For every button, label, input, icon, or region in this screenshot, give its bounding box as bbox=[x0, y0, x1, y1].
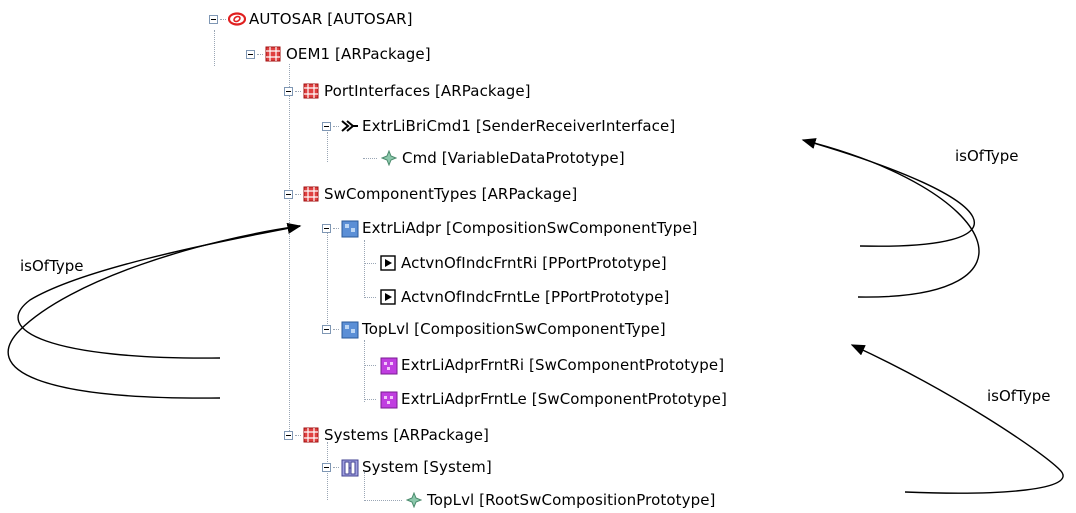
arrow-isoftype-composition-2 bbox=[7, 225, 301, 399]
arrow-isoftype-portinterface-2 bbox=[802, 139, 980, 298]
type-reference-arrows bbox=[7, 138, 1064, 494]
arrow-isoftype-root-composition bbox=[850, 344, 1064, 494]
arrow-isoftype-composition bbox=[17, 222, 302, 359]
arrow-isoftype-portinterface bbox=[801, 138, 975, 247]
